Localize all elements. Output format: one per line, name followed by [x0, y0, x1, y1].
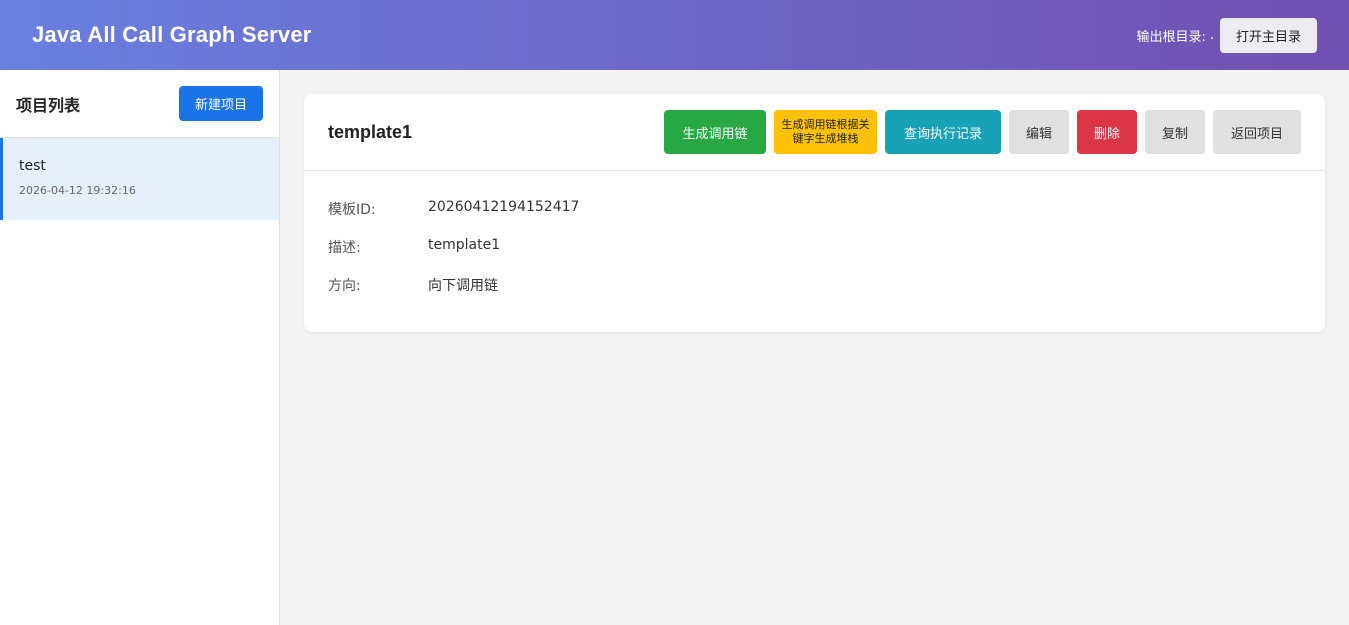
info-row-description: 描述: template1 — [328, 237, 1301, 275]
direction-value: 向下调用链 — [428, 278, 498, 294]
template-actions: 生成调用链 生成调用链根据关键字生成堆栈 查询执行记录 编辑 删除 复制 返回项… — [664, 110, 1301, 154]
template-title: template1 — [328, 121, 413, 142]
app-header: Java All Call Graph Server 输出根目录: . 打开主目… — [0, 0, 1349, 70]
edit-button[interactable]: 编辑 — [1009, 110, 1069, 154]
description-value: template1 — [428, 237, 501, 253]
generate-call-chain-button[interactable]: 生成调用链 — [664, 110, 766, 154]
open-root-dir-button[interactable]: 打开主目录 — [1219, 17, 1317, 53]
template-id-value: 20260412194152417 — [428, 199, 580, 215]
app-title: Java All Call Graph Server — [32, 22, 312, 47]
header-right: 输出根目录: . 打开主目录 — [1136, 17, 1317, 53]
sidebar: 项目列表 新建项目 test 2026-04-12 19:32:16 — [0, 70, 280, 625]
project-list-item[interactable]: test 2026-04-12 19:32:16 — [0, 138, 279, 220]
output-root-label: 输出根目录: — [1136, 29, 1206, 45]
copy-button[interactable]: 复制 — [1145, 110, 1205, 154]
project-name: test — [19, 158, 46, 174]
direction-label: 方向: — [328, 278, 361, 294]
output-root-value: . — [1209, 27, 1214, 43]
template-detail-card: template1 生成调用链 生成调用链根据关键字生成堆栈 查询执行记录 编辑… — [304, 94, 1325, 332]
query-execution-records-button[interactable]: 查询执行记录 — [885, 110, 1001, 154]
info-row-direction: 方向: 向下调用链 — [328, 275, 1301, 313]
new-project-button[interactable]: 新建项目 — [178, 86, 263, 121]
template-id-label: 模板ID: — [328, 202, 376, 218]
project-created-time: 2026-04-12 19:32:16 — [19, 184, 136, 197]
template-card-header: template1 生成调用链 生成调用链根据关键字生成堆栈 查询执行记录 编辑… — [304, 94, 1325, 171]
generate-stack-by-keyword-button[interactable]: 生成调用链根据关键字生成堆栈 — [774, 110, 877, 154]
description-label: 描述: — [328, 240, 361, 256]
template-info: 模板ID: 20260412194152417 描述: template1 方向… — [304, 171, 1325, 313]
back-to-project-button[interactable]: 返回项目 — [1213, 110, 1301, 154]
info-row-template-id: 模板ID: 20260412194152417 — [328, 199, 1301, 237]
sidebar-title: 项目列表 — [16, 95, 81, 115]
delete-button[interactable]: 删除 — [1077, 110, 1137, 154]
sidebar-header: 项目列表 新建项目 — [0, 70, 279, 138]
